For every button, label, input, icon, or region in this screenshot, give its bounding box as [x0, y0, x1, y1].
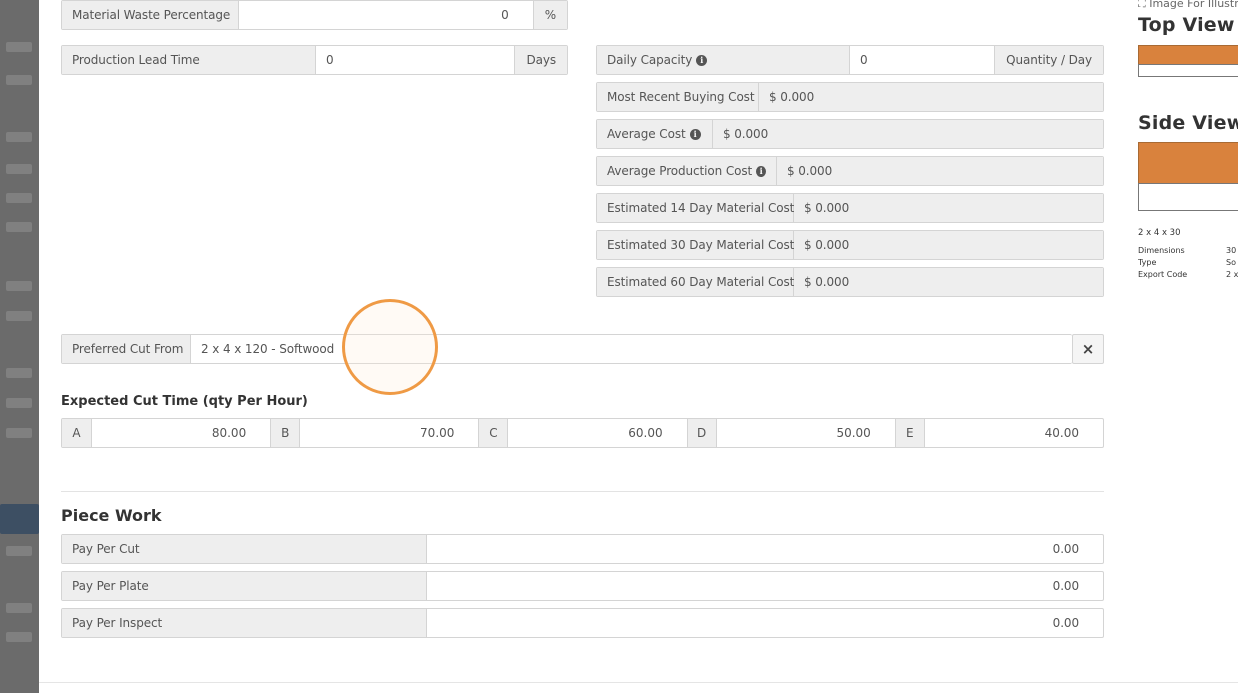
background-nav-item [6, 398, 32, 408]
spec-value: 30 [1226, 246, 1237, 255]
modal-footer-divider [39, 682, 1238, 683]
side-view-title: Side View [1138, 112, 1238, 134]
side-view-outline [1138, 183, 1238, 211]
cost-label: Estimated 14 Day Material Cost [597, 194, 794, 222]
cost-label-text: Average Production Cost [607, 164, 753, 178]
cost-label: Estimated 30 Day Material Cost [597, 231, 794, 259]
background-nav-item [6, 603, 32, 613]
background-nav-item [6, 368, 32, 378]
cost-value: $ 0.000 [713, 120, 1103, 148]
daily-capacity-input[interactable]: 0 [850, 46, 994, 74]
material-waste-input[interactable]: 0 [239, 1, 533, 29]
spec-key: Dimensions [1138, 246, 1185, 255]
background-nav-item [6, 42, 32, 52]
background-nav-item [6, 222, 32, 232]
cut-time-key: E [894, 419, 925, 447]
piece-work-label: Pay Per Inspect [62, 609, 427, 637]
preferred-cut-field: Preferred Cut From 2 x 4 x 120 - Softwoo… [61, 334, 1072, 364]
material-waste-unit: % [532, 1, 567, 29]
estimated-14-day-cost-field: Estimated 14 Day Material Cost $ 0.000 [596, 193, 1104, 223]
piece-work-label: Pay Per Plate [62, 572, 427, 600]
image-icon: ⛶ [1138, 0, 1146, 10]
illustration-caption-text: Image For Illustr [1149, 0, 1238, 10]
material-modal: Material Waste Percentage 0 % Production… [39, 0, 1238, 693]
background-nav-item [6, 132, 32, 142]
estimated-60-day-cost-field: Estimated 60 Day Material Cost $ 0.000 [596, 267, 1104, 297]
cut-time-key: C [478, 419, 509, 447]
pay-per-plate-field: Pay Per Plate 0.00 [61, 571, 1104, 601]
cost-label-text: Average Cost [607, 127, 686, 141]
piece-work-title: Piece Work [61, 506, 162, 525]
preferred-cut-select[interactable]: 2 x 4 x 120 - Softwood [191, 335, 1072, 363]
piece-work-label: Pay Per Cut [62, 535, 427, 563]
cut-time-input-d[interactable]: 50.00 [717, 419, 895, 447]
info-icon[interactable]: i [689, 128, 701, 140]
pay-per-inspect-input[interactable]: 0.00 [427, 609, 1103, 637]
spec-key: Export Code [1138, 270, 1188, 279]
cost-value: $ 0.000 [794, 268, 1103, 296]
illustration-panel: ⛶ Image For Illustr Top View Side View 2… [1138, 0, 1238, 300]
background-nav-item [6, 546, 32, 556]
cut-time-row: A 80.00 B 70.00 C 60.00 D 50.00 E 40.00 [61, 418, 1104, 448]
pay-per-cut-input[interactable]: 0.00 [427, 535, 1103, 563]
spec-key: Type [1138, 258, 1157, 267]
lead-time-label: Production Lead Time [62, 46, 316, 74]
daily-capacity-label: Daily Capacity i [597, 46, 850, 74]
clear-preferred-cut-button[interactable]: × [1072, 334, 1104, 364]
most-recent-buying-cost-field: Most Recent Buying Cost $ 0.000 [596, 82, 1104, 112]
preview-name: 2 x 4 x 30 [1138, 228, 1181, 238]
average-production-cost-field: Average Production Cost i $ 0.000 [596, 156, 1104, 186]
cut-time-input-e[interactable]: 40.00 [925, 419, 1103, 447]
info-icon[interactable]: i [696, 54, 708, 66]
pay-per-plate-input[interactable]: 0.00 [427, 572, 1103, 600]
cost-value: $ 0.000 [759, 83, 1103, 111]
cut-time-input-b[interactable]: 70.00 [300, 419, 478, 447]
daily-capacity-field: Daily Capacity i 0 Quantity / Day [596, 45, 1104, 75]
background-nav-item [6, 75, 32, 85]
background-nav-item-selected [0, 504, 39, 534]
cut-time-key: B [270, 419, 301, 447]
lead-time-input[interactable]: 0 [316, 46, 514, 74]
cost-label: Estimated 60 Day Material Cost [597, 268, 794, 296]
cut-time-input-c[interactable]: 60.00 [508, 419, 686, 447]
estimated-30-day-cost-field: Estimated 30 Day Material Cost $ 0.000 [596, 230, 1104, 260]
lead-time-unit: Days [514, 46, 567, 74]
side-view-wood [1138, 142, 1238, 184]
background-nav-item [6, 281, 32, 291]
daily-capacity-unit: Quantity / Day [994, 46, 1103, 74]
cost-label: Average Cost i [597, 120, 713, 148]
average-cost-field: Average Cost i $ 0.000 [596, 119, 1104, 149]
lead-time-field: Production Lead Time 0 Days [61, 45, 568, 75]
background-sidebar [0, 0, 39, 693]
cost-value: $ 0.000 [777, 157, 1103, 185]
cost-value: $ 0.000 [794, 194, 1103, 222]
background-nav-item [6, 164, 32, 174]
background-nav-item [6, 193, 32, 203]
info-icon[interactable]: i [756, 165, 766, 177]
cut-time-title: Expected Cut Time (qty Per Hour) [61, 394, 308, 409]
cost-value: $ 0.000 [794, 231, 1103, 259]
illustration-caption: ⛶ Image For Illustr [1138, 0, 1238, 11]
cut-time-key: A [62, 419, 92, 447]
top-view-outline [1138, 64, 1238, 77]
cost-label: Average Production Cost i [597, 157, 777, 185]
material-waste-label: Material Waste Percentage [62, 1, 239, 29]
cut-time-input-a[interactable]: 80.00 [92, 419, 270, 447]
pay-per-inspect-field: Pay Per Inspect 0.00 [61, 608, 1104, 638]
background-nav-item [6, 632, 32, 642]
daily-capacity-label-text: Daily Capacity [607, 53, 693, 67]
background-nav-item [6, 311, 32, 321]
top-view-wood [1138, 45, 1238, 65]
section-divider [61, 491, 1104, 492]
background-nav-item [6, 428, 32, 438]
click-indicator [342, 299, 438, 395]
pay-per-cut-field: Pay Per Cut 0.00 [61, 534, 1104, 564]
cost-label: Most Recent Buying Cost [597, 83, 759, 111]
material-waste-field: Material Waste Percentage 0 % [61, 0, 568, 30]
spec-value: So [1226, 258, 1236, 267]
preferred-cut-label: Preferred Cut From [62, 335, 191, 363]
spec-value: 2 x [1226, 270, 1238, 279]
top-view-title: Top View [1138, 14, 1235, 36]
cut-time-key: D [686, 419, 717, 447]
